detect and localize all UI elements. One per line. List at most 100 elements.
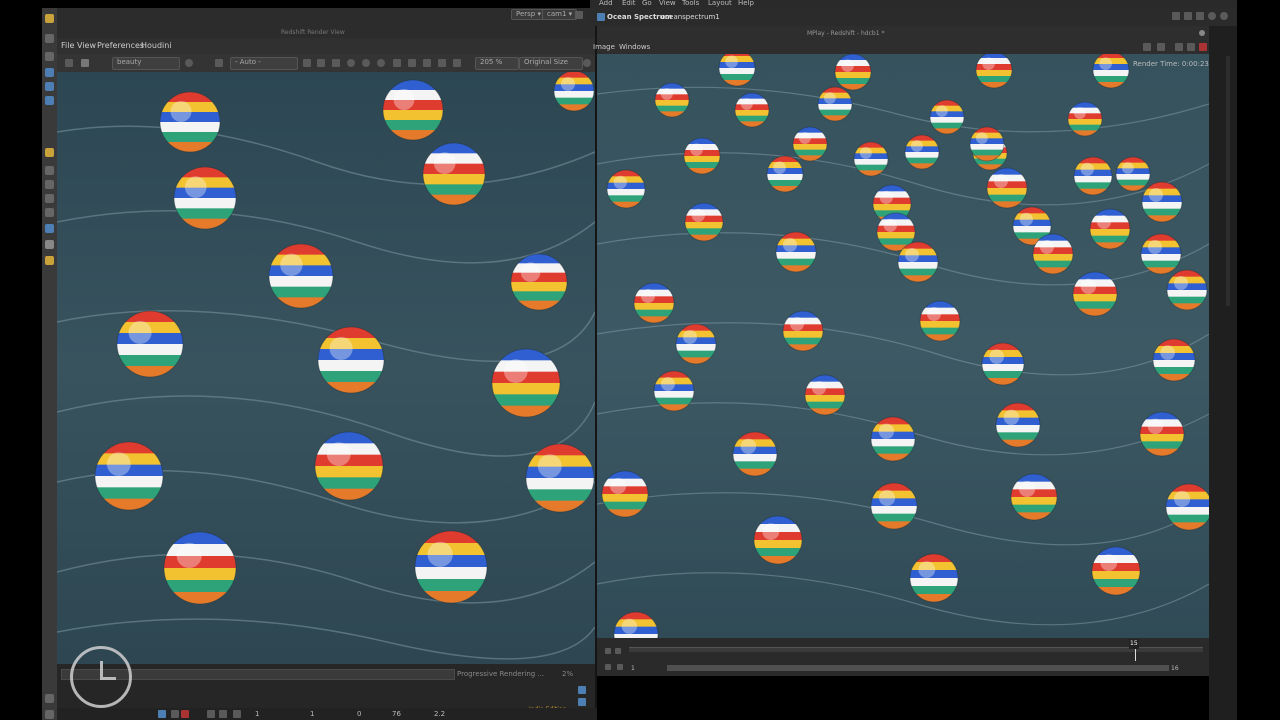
right-border bbox=[1237, 0, 1280, 720]
play-forward-icon[interactable] bbox=[615, 648, 621, 654]
render-tool-icon[interactable] bbox=[45, 240, 54, 249]
bottom-tool-2-icon[interactable] bbox=[45, 710, 54, 719]
bottom-tool-1-icon[interactable] bbox=[45, 694, 54, 703]
mplay-timeline: 15 1 16 bbox=[597, 638, 1209, 676]
bucket-icon[interactable] bbox=[185, 59, 193, 67]
aov-dropdown[interactable]: beauty bbox=[112, 57, 180, 70]
layout-grid-icon-2[interactable] bbox=[578, 698, 586, 706]
settings-icon[interactable] bbox=[453, 59, 461, 67]
snap-tool-icon[interactable] bbox=[45, 148, 54, 157]
mplay-tool-3-icon[interactable] bbox=[1175, 43, 1183, 51]
camera-tool-icon[interactable] bbox=[45, 208, 54, 217]
mplay-tool-2-icon[interactable] bbox=[1157, 43, 1165, 51]
region-icon[interactable] bbox=[81, 59, 89, 67]
menu-preferences[interactable]: Preferences bbox=[97, 41, 144, 51]
grid-icon[interactable] bbox=[317, 59, 325, 67]
view-tool-icon[interactable] bbox=[45, 82, 54, 91]
play-icon[interactable] bbox=[362, 59, 370, 67]
menu-help[interactable]: Help bbox=[738, 0, 754, 8]
scrollbar[interactable] bbox=[1226, 56, 1230, 306]
frame-end[interactable]: 16 bbox=[1171, 664, 1179, 674]
bottom-icon-3[interactable] bbox=[181, 710, 189, 718]
stop-icon[interactable] bbox=[377, 59, 385, 67]
bottom-icon-5[interactable] bbox=[219, 710, 227, 718]
left-window-titlebar: Redshift Render View Persp ▾ cam1 ▾ bbox=[57, 8, 595, 38]
lock-icon[interactable] bbox=[303, 59, 311, 67]
frame-start[interactable]: 1 bbox=[631, 664, 635, 674]
select-tool-icon[interactable] bbox=[45, 14, 54, 23]
menu-tools[interactable]: Tools bbox=[682, 0, 699, 8]
mplay-tool-4-icon[interactable] bbox=[1187, 43, 1195, 51]
beach-ball-right-13 bbox=[853, 141, 889, 177]
beach-ball-left-12 bbox=[163, 531, 237, 605]
last-frame-icon[interactable] bbox=[617, 664, 623, 670]
menu-layout[interactable]: Layout bbox=[708, 0, 732, 8]
mplay-tool-1-icon[interactable] bbox=[1143, 43, 1151, 51]
sculpt-tool-icon[interactable] bbox=[45, 194, 54, 203]
beach-ball-right-11 bbox=[904, 134, 940, 170]
bottom-icon-1[interactable] bbox=[158, 710, 166, 718]
bottom-icon-2[interactable] bbox=[171, 710, 179, 718]
beach-ball-right-41 bbox=[995, 402, 1041, 448]
handle-tool-icon[interactable] bbox=[45, 68, 54, 77]
brush-tool-icon[interactable] bbox=[45, 180, 54, 189]
menu-view-h[interactable]: View bbox=[659, 0, 676, 8]
help-icon[interactable] bbox=[1208, 12, 1216, 20]
cam-dropdown[interactable]: cam1 ▾ bbox=[542, 9, 578, 20]
range-slider[interactable] bbox=[667, 665, 1169, 671]
scale-tool-icon[interactable] bbox=[45, 96, 54, 105]
expand-icon[interactable] bbox=[408, 59, 416, 67]
move-tool-icon[interactable] bbox=[45, 34, 54, 43]
pan-icon[interactable] bbox=[332, 59, 340, 67]
grid-tool-icon[interactable] bbox=[45, 166, 54, 175]
beach-ball-left-1 bbox=[382, 79, 444, 141]
bottom-field-2[interactable]: 1 bbox=[310, 709, 314, 719]
menu-add[interactable]: Add bbox=[599, 0, 613, 8]
top-right-icon-2[interactable] bbox=[1184, 12, 1192, 20]
snapshot-icon[interactable] bbox=[65, 59, 73, 67]
persp-dropdown[interactable]: Persp ▾ bbox=[511, 9, 546, 20]
beach-ball-right-35 bbox=[675, 323, 717, 365]
menu-image[interactable]: Image bbox=[593, 42, 615, 52]
top-right-icon-1[interactable] bbox=[1172, 12, 1180, 20]
info-icon[interactable] bbox=[1220, 12, 1228, 20]
node-name-label[interactable]: oceanspectrum1 bbox=[661, 12, 720, 22]
size-dropdown[interactable]: Original Size bbox=[519, 57, 583, 70]
menu-view[interactable]: View bbox=[77, 41, 96, 51]
menu-windows[interactable]: Windows bbox=[619, 42, 650, 52]
gear-icon[interactable] bbox=[583, 59, 591, 67]
compare-icon[interactable] bbox=[423, 59, 431, 67]
crop-icon[interactable] bbox=[215, 59, 223, 67]
bottom-icon-6[interactable] bbox=[233, 710, 241, 718]
histogram-icon[interactable] bbox=[438, 59, 446, 67]
close-icon[interactable] bbox=[1199, 30, 1205, 36]
beach-ball-right-32 bbox=[782, 310, 824, 352]
size-dropdown-label: Original Size bbox=[524, 58, 568, 66]
first-frame-icon[interactable] bbox=[605, 664, 611, 670]
play-back-icon[interactable] bbox=[605, 648, 611, 654]
bottom-icon-4[interactable] bbox=[207, 710, 215, 718]
menu-edit[interactable]: Edit bbox=[622, 0, 636, 8]
menu-file[interactable]: File bbox=[61, 41, 74, 51]
bottom-field-5[interactable]: 2.2 bbox=[434, 709, 445, 719]
beach-ball-right-33 bbox=[919, 300, 961, 342]
pose-tool-icon[interactable] bbox=[45, 52, 54, 61]
auto-dropdown[interactable]: - Auto - bbox=[230, 57, 298, 70]
bottom-field-3[interactable]: 0 bbox=[357, 709, 361, 719]
top-right-icon-3[interactable] bbox=[1196, 12, 1204, 20]
refresh-icon[interactable] bbox=[347, 59, 355, 67]
bottom-field-1[interactable]: 1 bbox=[255, 709, 259, 719]
beach-ball-right-46 bbox=[1010, 473, 1058, 521]
mplay-titlebar: MPlay - Redshift - hdcb1 * bbox=[597, 26, 1209, 40]
layout-grid-icon-1[interactable] bbox=[578, 686, 586, 694]
menu-go[interactable]: Go bbox=[642, 0, 652, 8]
flipbook-tool-icon[interactable] bbox=[45, 256, 54, 265]
menu-houdini[interactable]: Houdini bbox=[141, 41, 172, 51]
fit-icon[interactable] bbox=[393, 59, 401, 67]
light-tool-icon[interactable] bbox=[45, 224, 54, 233]
mplay-tool-5-icon[interactable] bbox=[1199, 43, 1207, 51]
viewport-display-icon[interactable] bbox=[575, 11, 583, 19]
mplay-title: MPlay - Redshift - hdcb1 * bbox=[807, 30, 885, 37]
zoom-field[interactable]: 205 % bbox=[475, 57, 519, 70]
bottom-field-4[interactable]: 76 bbox=[392, 709, 401, 719]
